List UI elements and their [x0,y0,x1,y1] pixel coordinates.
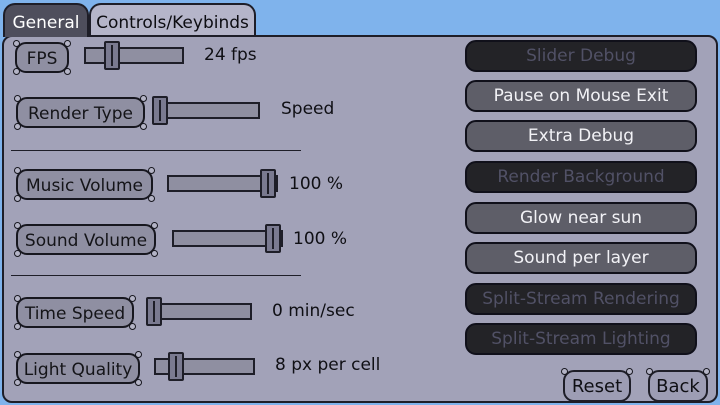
render-type-value: Speed [281,99,335,119]
corner-rivet [64,68,71,75]
reset-button-label: Reset [571,376,623,397]
fps-label: FPS [13,40,71,75]
corner-rivet [646,368,653,375]
corner-rivet [129,323,136,330]
sound-per-layer-toggle[interactable]: Sound per layer [465,242,697,274]
music-volume-slider[interactable] [167,169,278,198]
tab-controls-keybinds[interactable]: Controls/Keybinds [89,3,256,37]
corner-rivet [14,323,21,330]
music-volume-label: Music Volume [14,167,155,202]
render-type-label-text: Render Type [28,104,133,124]
corner-rivet [14,195,21,202]
corner-rivet [14,167,21,174]
corner-rivet [14,123,21,130]
corner-rivet [64,40,71,47]
sound-volume-label: Sound Volume [14,222,158,257]
corner-rivet [561,368,568,375]
music-volume-label-text: Music Volume [26,176,143,196]
corner-rivet [13,40,20,47]
section-divider [11,150,301,151]
render-type-slider-thumb[interactable] [152,96,168,125]
light-quality-slider-thumb[interactable] [168,352,184,381]
back-button-label: Back [656,376,700,397]
corner-rivet [13,68,20,75]
tab-general[interactable]: General [3,3,89,37]
section-divider [11,275,301,276]
music-volume-slider-thumb[interactable] [260,169,276,198]
sound-volume-slider-thumb[interactable] [265,224,281,253]
render-background-toggle[interactable]: Render Background [465,161,697,193]
corner-rivet [151,222,158,229]
corner-rivet [14,295,21,302]
music-volume-value: 100 % [289,174,344,194]
corner-rivet [140,123,147,130]
sound-volume-value: 100 % [293,229,348,249]
corner-rivet [151,250,158,257]
time-speed-value: 0 min/sec [272,301,355,321]
light-quality-slider[interactable] [154,352,255,381]
split-stream-lighting-toggle[interactable]: Split-Stream Lighting [465,323,697,355]
glow-near-sun-toggle[interactable]: Glow near sun [465,202,697,234]
corner-rivet [148,167,155,174]
slider-debug-toggle[interactable]: Slider Debug [465,40,697,72]
corner-rivet [14,351,21,358]
extra-debug-toggle[interactable]: Extra Debug [465,120,697,152]
corner-rivet [129,295,136,302]
corner-rivet [148,195,155,202]
sound-volume-label-text: Sound Volume [24,231,148,251]
reset-button[interactable]: Reset [561,368,633,402]
time-speed-label: Time Speed [14,295,136,330]
render-type-slider[interactable] [152,96,260,125]
time-speed-slider-thumb[interactable] [146,297,162,326]
fps-value: 24 fps [204,45,257,65]
fps-label-text: FPS [26,49,58,69]
corner-rivet [14,222,21,229]
corner-rivet [140,95,147,102]
light-quality-value: 8 px per cell [275,355,381,375]
pause-on-mouse-exit-toggle[interactable]: Pause on Mouse Exit [465,80,697,112]
sound-volume-slider[interactable] [172,224,283,253]
corner-rivet [135,351,142,358]
render-type-label: Render Type [14,95,147,130]
corner-rivet [135,379,142,386]
back-button[interactable]: Back [646,368,710,402]
fps-slider[interactable] [84,41,184,70]
corner-rivet [626,368,633,375]
corner-rivet [703,368,710,375]
split-stream-rendering-toggle[interactable]: Split-Stream Rendering [465,283,697,315]
corner-rivet [14,95,21,102]
corner-rivet [14,250,21,257]
light-quality-label-text: Light Quality [23,360,133,380]
time-speed-label-text: Time Speed [24,304,126,324]
fps-slider-thumb[interactable] [104,41,120,70]
corner-rivet [14,379,21,386]
light-quality-label: Light Quality [14,351,142,386]
time-speed-slider[interactable] [146,297,252,326]
